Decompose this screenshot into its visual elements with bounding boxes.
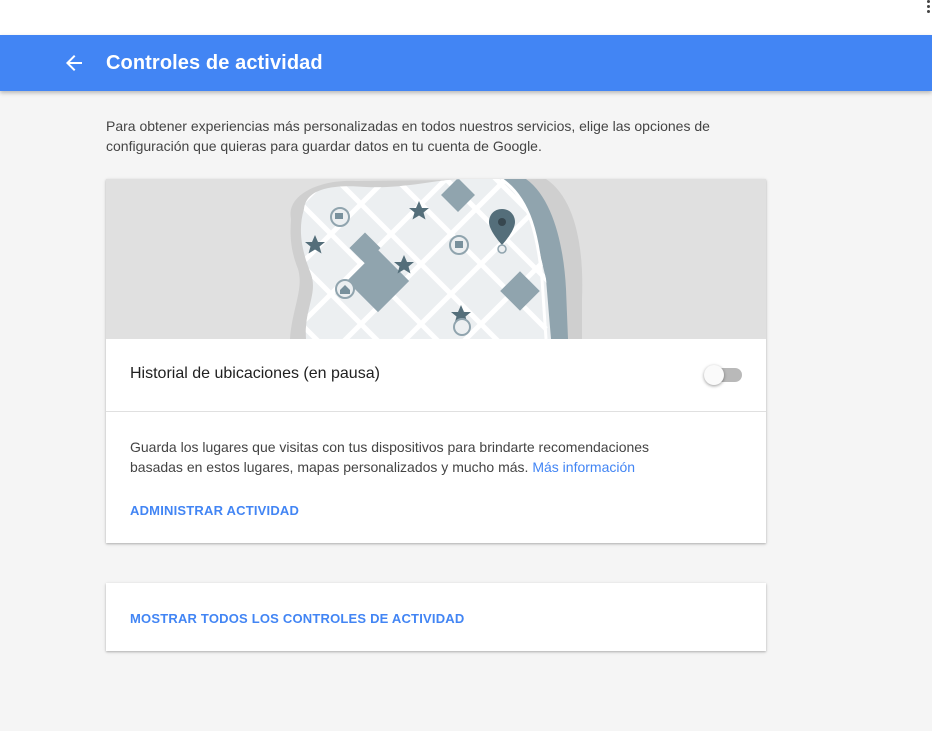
arrow-back-icon[interactable] — [62, 51, 86, 75]
city-map-illustration — [106, 179, 766, 339]
page-title: Controles de actividad — [106, 52, 323, 74]
location-history-description: Guarda los lugares que visitas con tus d… — [130, 437, 670, 477]
manage-activity-button[interactable]: ADMINISTRAR ACTIVIDAD — [130, 503, 299, 518]
location-history-card: Historial de ubicaciones (en pausa) Guar… — [106, 179, 766, 543]
show-all-controls-button[interactable]: MOSTRAR TODOS LOS CONTROLES DE ACTIVIDAD — [130, 611, 464, 626]
learn-more-link[interactable]: Más información — [532, 459, 635, 475]
intro-text: Para obtener experiencias más personaliz… — [106, 118, 710, 154]
window-top-strip — [0, 0, 932, 35]
more-options-icon[interactable] — [926, 0, 932, 14]
toggle-thumb — [704, 365, 724, 385]
location-history-title: Historial de ubicaciones (en pausa) — [130, 365, 380, 382]
all-controls-card: MOSTRAR TODOS LOS CONTROLES DE ACTIVIDAD — [106, 583, 766, 651]
location-history-toggle[interactable] — [704, 365, 744, 385]
divider — [106, 411, 766, 412]
app-bar: Controles de actividad — [0, 35, 932, 91]
